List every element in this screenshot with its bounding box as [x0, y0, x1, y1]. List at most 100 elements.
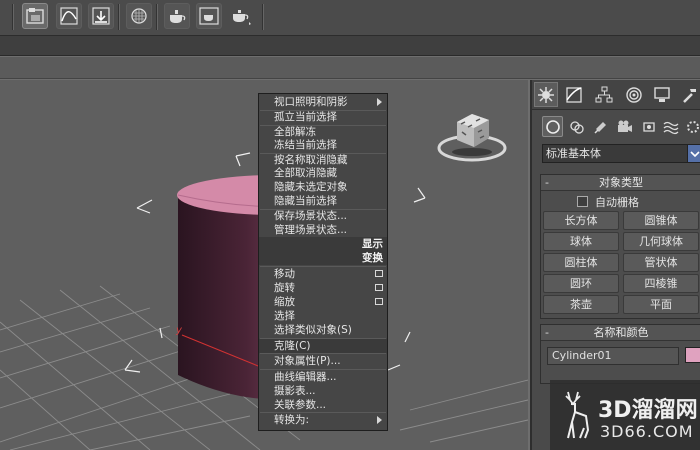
shapes-category-icon[interactable] [566, 116, 587, 137]
app-window: y 视口照明和阴影 孤立当前选择 全部解冻 冻结当前选择 按名称取消隐藏 全部取… [0, 0, 700, 450]
menu-item-manage-scene-states[interactable]: 管理场景状态... [259, 223, 387, 237]
object-color-swatch[interactable] [685, 347, 700, 363]
menu-item-select[interactable]: 选择 [259, 309, 387, 323]
menu-header-transform: 变换 [259, 251, 387, 265]
menu-item-unhide-by-name[interactable]: 按名称取消隐藏 [259, 153, 387, 167]
menu-item-unhide-all[interactable]: 全部取消隐藏 [259, 166, 387, 180]
cone-button[interactable]: 圆锥体 [623, 211, 699, 230]
menu-item-label: 视口照明和阴影 [274, 96, 348, 108]
y-axis-label: y [176, 325, 182, 336]
render-setup-icon[interactable] [164, 3, 190, 29]
rollout-header[interactable]: - 对象类型 [541, 175, 700, 191]
cylinder-button[interactable]: 圆柱体 [543, 253, 619, 272]
spacewarps-category-icon[interactable] [660, 116, 681, 137]
render-production-icon[interactable] [228, 3, 254, 29]
menu-item-label: 冻结当前选择 [274, 139, 337, 151]
menu-item-clone[interactable]: 克隆(C) [259, 339, 387, 353]
torus-button[interactable]: 圆环 [543, 274, 619, 293]
object-type-rollout: - 对象类型 自动栅格 长方体 圆锥体 球体 几何球体 圆柱体 管状体 圆环 四… [540, 174, 700, 319]
menu-item-dope-sheet[interactable]: 摄影表... [259, 384, 387, 398]
material-editor-icon[interactable] [126, 3, 152, 29]
utilities-tab-icon[interactable] [678, 82, 700, 107]
teapot-button[interactable]: 茶壶 [543, 295, 619, 314]
ribbon-strip [0, 57, 700, 79]
chevron-down-icon[interactable] [687, 145, 700, 162]
rendered-frame-window-icon[interactable] [196, 3, 222, 29]
menu-item-label: 移动 [274, 268, 295, 280]
schematic-view-icon[interactable] [88, 3, 114, 29]
menu-item-label: 孤立当前选择 [274, 111, 337, 123]
menu-item-label: 按名称取消隐藏 [274, 154, 348, 166]
menu-item-rotate[interactable]: 旋转 [259, 281, 387, 295]
toolbar-strip [0, 36, 700, 56]
menu-item-object-properties[interactable]: 对象属性(P)... [259, 354, 387, 368]
menu-item-select-similar[interactable]: 选择类似对象(S) [259, 323, 387, 337]
options-box-icon[interactable] [375, 298, 383, 305]
menu-item-unfreeze-all[interactable]: 全部解冻 [259, 125, 387, 139]
menu-item-hide-unselected[interactable]: 隐藏未选定对象 [259, 180, 387, 194]
display-tab-icon[interactable] [650, 82, 674, 107]
rollout-title: 名称和颜色 [593, 326, 649, 339]
modify-tab-icon[interactable] [562, 82, 586, 107]
rollout-header[interactable]: - 名称和颜色 [541, 325, 700, 341]
menu-item-label: 对象属性(P)... [274, 355, 341, 367]
watermark-title: 3D溜溜网 [598, 398, 698, 423]
menu-item-convert-to[interactable]: 转换为: [259, 413, 387, 427]
quad-menu: 视口照明和阴影 孤立当前选择 全部解冻 冻结当前选择 按名称取消隐藏 全部取消隐… [258, 93, 388, 431]
rollout-title: 对象类型 [599, 176, 643, 189]
command-panel-tabs [532, 80, 700, 110]
menu-item-label: 缩放 [274, 296, 295, 308]
object-name-field[interactable]: Cylinder01 [547, 347, 679, 365]
viewcube-icon[interactable] [437, 114, 507, 162]
helpers-category-icon[interactable] [638, 116, 659, 137]
menu-item-label: 隐藏当前选择 [274, 195, 337, 207]
menu-item-freeze-selection[interactable]: 冻结当前选择 [259, 138, 387, 152]
menu-item-save-scene-state[interactable]: 保存场景状态... [259, 209, 387, 223]
submenu-arrow-icon [377, 98, 382, 106]
watermark: 3D溜溜网 3D66.COM [550, 380, 700, 450]
menu-item-label: 曲线编辑器... [274, 371, 337, 383]
autogrid-checkbox[interactable] [577, 196, 588, 207]
autogrid-label: 自动栅格 [595, 196, 639, 209]
name-color-rollout: - 名称和颜色 Cylinder01 [540, 324, 700, 384]
menu-item-curve-editor[interactable]: 曲线编辑器... [259, 370, 387, 384]
cameras-category-icon[interactable] [614, 116, 635, 137]
menu-item-label: 关联参数... [274, 399, 327, 411]
pyramid-button[interactable]: 四棱锥 [623, 274, 699, 293]
tube-button[interactable]: 管状体 [623, 253, 699, 272]
hierarchy-tab-icon[interactable] [592, 82, 616, 107]
scene-explorer-icon[interactable] [22, 3, 48, 29]
submenu-arrow-icon [377, 416, 382, 424]
menu-item-label: 管理场景状态... [274, 224, 348, 236]
menu-item-hide-selection[interactable]: 隐藏当前选择 [259, 194, 387, 208]
menu-item-label: 隐藏未选定对象 [274, 181, 348, 193]
object-category-dropdown[interactable]: 标准基本体 [542, 144, 700, 163]
menu-item-label: 选择 [274, 310, 295, 322]
menu-item-label: 全部取消隐藏 [274, 167, 337, 179]
options-box-icon[interactable] [375, 270, 383, 277]
lights-category-icon[interactable] [590, 116, 611, 137]
menu-item-label: 选择类似对象(S) [274, 324, 352, 336]
box-button[interactable]: 长方体 [543, 211, 619, 230]
menu-item-label: 旋转 [274, 282, 295, 294]
motion-tab-icon[interactable] [622, 82, 646, 107]
geometry-category-icon[interactable] [542, 116, 563, 137]
sphere-button[interactable]: 球体 [543, 232, 619, 251]
create-tab-icon[interactable] [534, 82, 558, 107]
watermark-url: 3D66.COM [600, 422, 694, 441]
toolbar-separator [156, 4, 158, 30]
deer-logo-icon [565, 391, 590, 439]
menu-item-viewport-lighting-shadows[interactable]: 视口照明和阴影 [259, 95, 387, 109]
plane-button[interactable]: 平面 [623, 295, 699, 314]
menu-item-label: 全部解冻 [274, 126, 316, 138]
menu-item-isolate-selection[interactable]: 孤立当前选择 [259, 110, 387, 124]
menu-item-wire-parameters[interactable]: 关联参数... [259, 398, 387, 412]
create-category-bar [532, 112, 700, 140]
curve-editor-icon[interactable] [56, 3, 82, 29]
geosphere-button[interactable]: 几何球体 [623, 232, 699, 251]
options-box-icon[interactable] [375, 284, 383, 291]
menu-item-move[interactable]: 移动 [259, 267, 387, 281]
menu-item-scale[interactable]: 缩放 [259, 295, 387, 309]
systems-category-icon[interactable] [682, 116, 700, 137]
main-toolbar [0, 0, 700, 36]
